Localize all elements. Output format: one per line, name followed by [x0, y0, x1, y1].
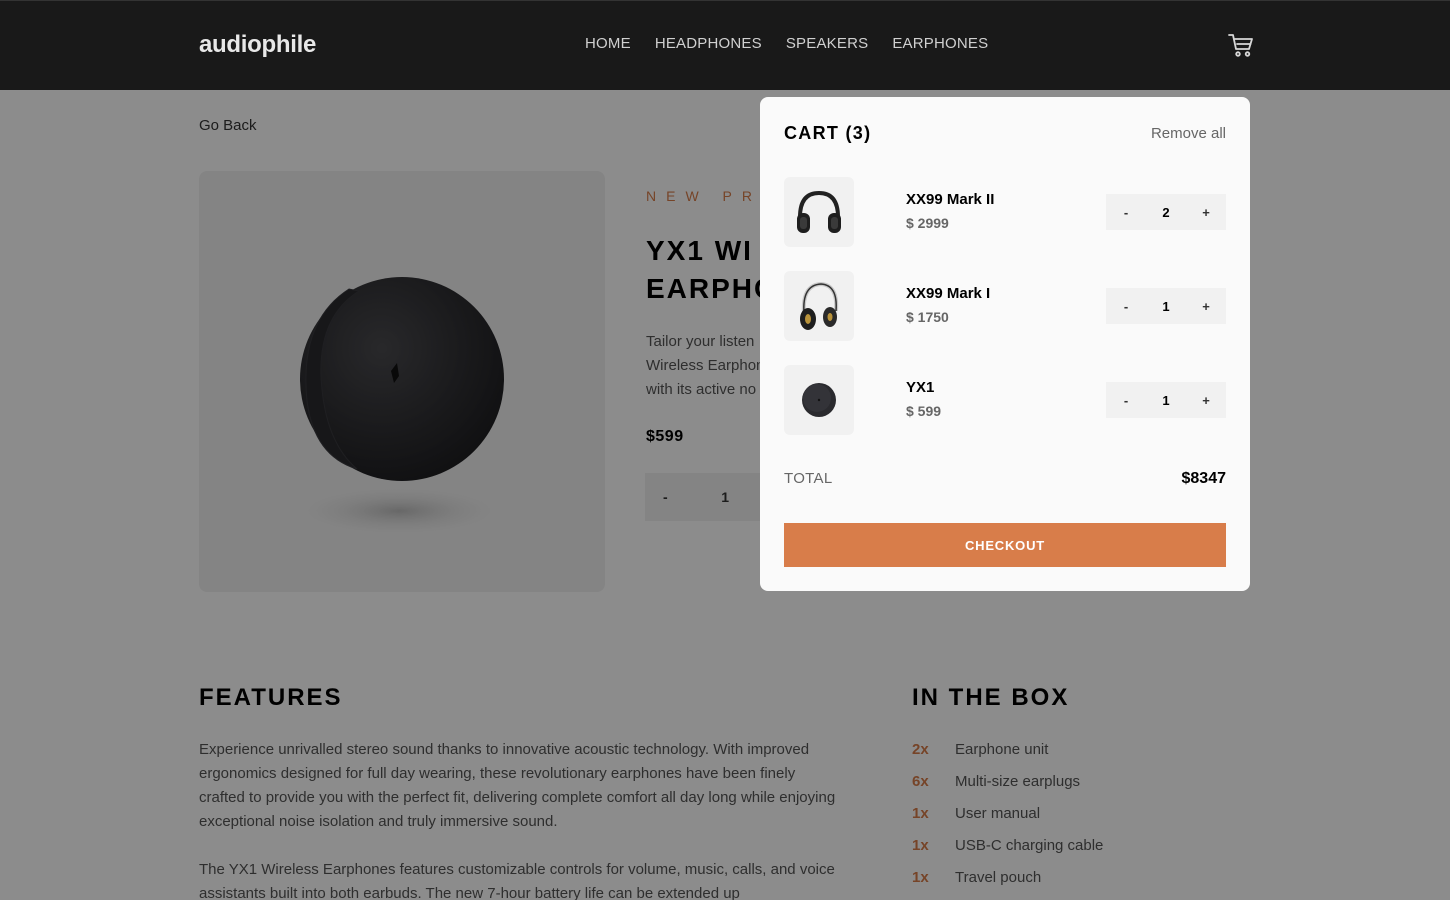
decrement-button[interactable]: - — [1106, 194, 1146, 230]
main-nav: HOME HEADPHONES SPEAKERS EARPHONES — [585, 35, 988, 52]
site-header: audiophile HOME HEADPHONES SPEAKERS EARP… — [0, 0, 1450, 90]
total-value: $8347 — [1181, 470, 1227, 487]
increment-button[interactable]: + — [1186, 382, 1226, 418]
cart-item: XX99 Mark II $ 2999 - 2 + — [784, 177, 1226, 247]
nav-home[interactable]: HOME — [585, 35, 631, 52]
quantity-value: 2 — [1162, 204, 1170, 220]
increment-button[interactable]: + — [1186, 288, 1226, 324]
cart-item-thumbnail — [784, 177, 854, 247]
logo[interactable]: audiophile — [199, 31, 316, 59]
quantity-value: 1 — [1162, 298, 1170, 314]
quantity-stepper: - 1 + — [1106, 382, 1226, 418]
cart-item-name: XX99 Mark I — [906, 285, 991, 302]
cart-item: YX1 $ 599 - 1 + — [784, 365, 1226, 435]
quantity-stepper: - 1 + — [1106, 288, 1226, 324]
cart-item: XX99 Mark I $ 1750 - 1 + — [784, 271, 1226, 341]
headphones-icon — [797, 190, 841, 233]
remove-all-button[interactable]: Remove all — [1151, 125, 1226, 142]
nav-earphones[interactable]: EARPHONES — [892, 35, 988, 52]
nav-headphones[interactable]: HEADPHONES — [655, 35, 762, 52]
cart-item-price: $ 2999 — [906, 215, 949, 231]
decrement-button[interactable]: - — [1106, 288, 1146, 324]
cart-item-name: YX1 — [906, 379, 935, 396]
checkout-button[interactable]: CHECKOUT — [784, 523, 1226, 567]
total-label: TOTAL — [784, 470, 833, 487]
cart-item-thumbnail — [784, 271, 854, 341]
nav-speakers[interactable]: SPEAKERS — [786, 35, 868, 52]
cart-item-price: $ 1750 — [906, 309, 949, 325]
earphones-case-icon — [802, 383, 836, 417]
quantity-value: 1 — [1162, 392, 1170, 408]
cart-item-price: $ 599 — [906, 403, 942, 419]
cart-modal: CART (3) Remove all XX99 Mark II $ 2999 … — [760, 97, 1250, 591]
increment-button[interactable]: + — [1186, 194, 1226, 230]
cart-item-thumbnail — [784, 365, 854, 435]
quantity-stepper: - 2 + — [1106, 194, 1226, 230]
decrement-button[interactable]: - — [1106, 382, 1146, 418]
cart-title: CART (3) — [784, 123, 872, 143]
cart-icon[interactable] — [1227, 31, 1255, 59]
headphones-icon — [800, 281, 839, 330]
cart-item-name: XX99 Mark II — [906, 191, 995, 208]
